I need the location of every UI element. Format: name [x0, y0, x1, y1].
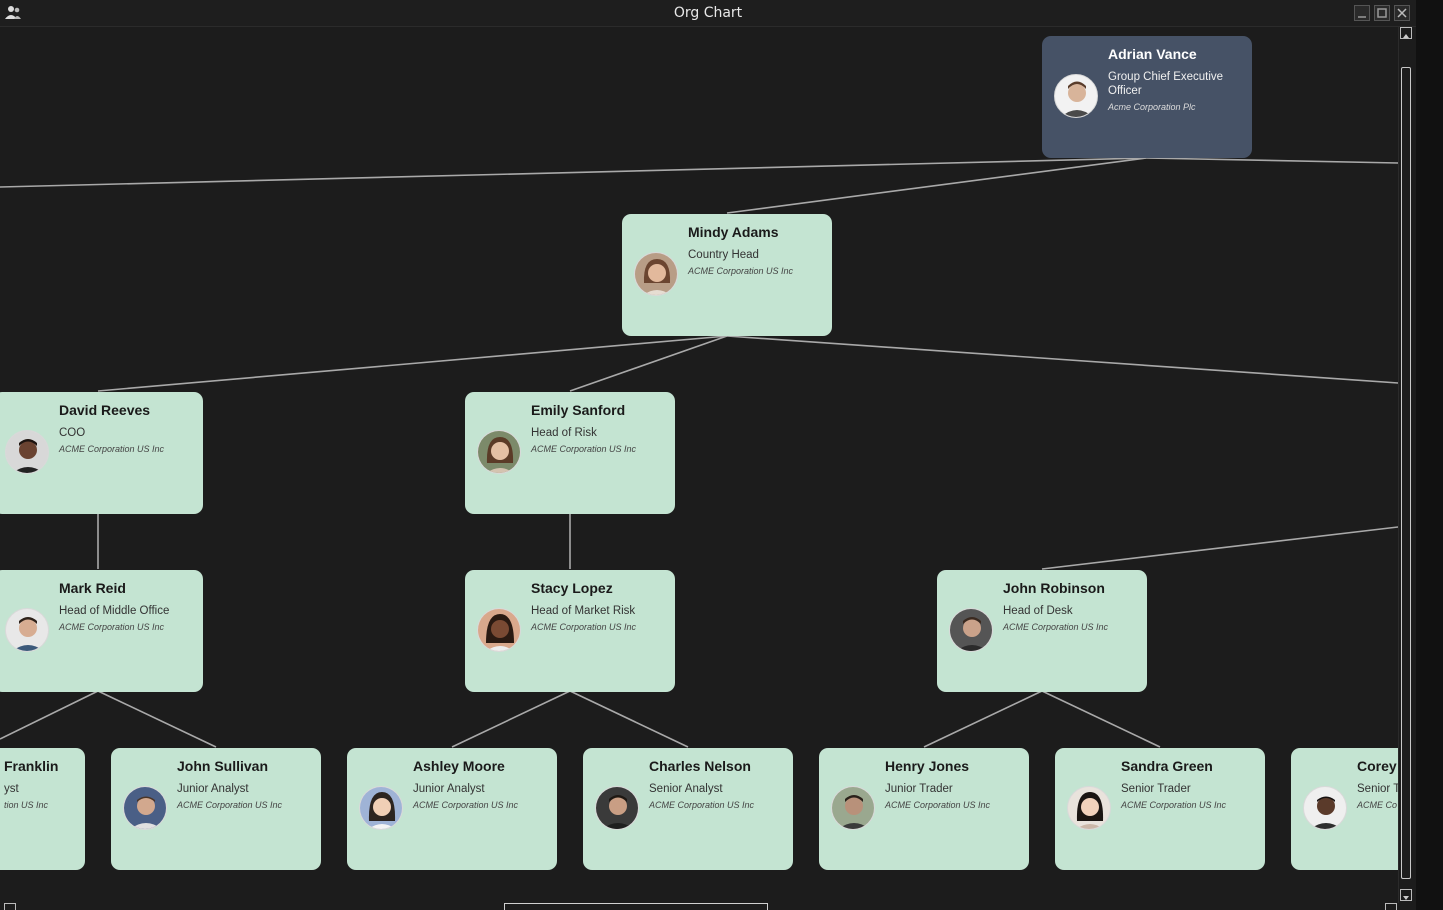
- avatar: [123, 786, 167, 830]
- person-role: Junior Analyst: [413, 783, 485, 795]
- person-company: ACME Corporation US Inc: [177, 800, 283, 810]
- avatar: [949, 608, 993, 652]
- org-node-mark-reid[interactable]: Mark Reid Head of Middle Office ACME Cor…: [0, 570, 203, 692]
- arrow-left-icon[interactable]: [4, 903, 16, 910]
- window-title: Org Chart: [673, 5, 743, 21]
- person-company: ACME Corporation US Inc: [531, 444, 637, 454]
- avatar: [5, 430, 49, 474]
- horizontal-scrollbar[interactable]: [0, 903, 1398, 910]
- avatar: [634, 252, 678, 296]
- org-node-corey[interactable]: Corey Senior T ACME Co: [1291, 748, 1398, 870]
- org-node-charles-nelson[interactable]: Charles Nelson Senior Analyst ACME Corpo…: [583, 748, 793, 870]
- person-company: ACME Corporation US Inc: [885, 800, 991, 810]
- person-company: ACME Corporation US Inc: [531, 622, 637, 632]
- horizontal-scroll-thumb[interactable]: [504, 903, 768, 910]
- person-company: ACME Corporation US Inc: [1121, 800, 1227, 810]
- org-node-franklin[interactable]: Franklin yst tion US Inc: [0, 748, 85, 870]
- person-name: Stacy Lopez: [531, 580, 613, 596]
- org-node-john-sullivan[interactable]: John Sullivan Junior Analyst ACME Corpor…: [111, 748, 321, 870]
- minimize-icon[interactable]: [1354, 5, 1370, 21]
- person-company: ACME Corporation US Inc: [1003, 622, 1109, 632]
- arrow-right-icon[interactable]: [1385, 903, 1397, 910]
- org-node-henry-jones[interactable]: Henry Jones Junior Trader ACME Corporati…: [819, 748, 1029, 870]
- person-company: ACME Corporation US Inc: [59, 622, 165, 632]
- org-node-stacy-lopez[interactable]: Stacy Lopez Head of Market Risk ACME Cor…: [465, 570, 675, 692]
- person-name: David Reeves: [59, 402, 151, 418]
- person-role: Country Head: [688, 249, 759, 261]
- person-role: Senior Trader: [1121, 783, 1191, 795]
- person-name: Mindy Adams: [688, 224, 779, 240]
- org-chart-canvas[interactable]: Adrian Vance Group Chief Executive Offic…: [0, 27, 1398, 903]
- org-node-emily-sanford[interactable]: Emily Sanford Head of Risk ACME Corporat…: [465, 392, 675, 514]
- person-role: Senior T: [1357, 783, 1398, 795]
- person-role: Junior Trader: [885, 783, 953, 795]
- arrow-up-icon[interactable]: [1400, 27, 1412, 39]
- person-company: Acme Corporation Plc: [1108, 102, 1196, 112]
- person-role: Junior Analyst: [177, 783, 249, 795]
- avatar: [1054, 74, 1098, 118]
- avatar: [1303, 786, 1347, 830]
- person-role: Head of Desk: [1003, 605, 1073, 617]
- maximize-icon[interactable]: [1374, 5, 1390, 21]
- title-bar: Org Chart: [0, 0, 1416, 27]
- person-name: Corey: [1357, 758, 1397, 774]
- person-name: Franklin: [4, 758, 59, 774]
- org-node-mindy-adams[interactable]: Mindy Adams Country Head ACME Corporatio…: [622, 214, 832, 336]
- person-name: Henry Jones: [885, 758, 970, 774]
- avatar: [477, 430, 521, 474]
- person-name: Ashley Moore: [413, 758, 505, 774]
- person-role: Head of Risk: [531, 427, 597, 439]
- org-node-adrian-vance[interactable]: Adrian Vance Group Chief Executive Offic…: [1042, 36, 1252, 158]
- person-name: Mark Reid: [59, 580, 126, 596]
- person-name: John Robinson: [1003, 580, 1105, 596]
- org-node-ashley-moore[interactable]: Ashley Moore Junior Analyst ACME Corpora…: [347, 748, 557, 870]
- person-company: ACME Corporation US Inc: [413, 800, 519, 810]
- avatar: [5, 608, 49, 652]
- person-name: Emily Sanford: [531, 402, 626, 418]
- avatar: [359, 786, 403, 830]
- person-company: ACME Corporation US Inc: [649, 800, 755, 810]
- vertical-scroll-thumb[interactable]: [1401, 67, 1411, 879]
- person-name: Sandra Green: [1121, 758, 1213, 774]
- avatar: [831, 786, 875, 830]
- avatar: [1067, 786, 1111, 830]
- person-role: Group Chief Executive Officer: [1108, 71, 1224, 97]
- person-company: ACME Co: [1357, 800, 1398, 810]
- org-node-john-robinson[interactable]: John Robinson Head of Desk ACME Corporat…: [937, 570, 1147, 692]
- person-name: John Sullivan: [177, 758, 269, 774]
- close-icon[interactable]: [1394, 5, 1410, 21]
- person-role: COO: [59, 427, 86, 439]
- vertical-scrollbar[interactable]: [1398, 27, 1417, 903]
- person-name: Adrian Vance: [1108, 46, 1197, 62]
- person-company: tion US Inc: [4, 800, 49, 810]
- person-company: ACME Corporation US Inc: [688, 266, 794, 276]
- person-company: ACME Corporation US Inc: [59, 444, 165, 454]
- person-role: Head of Market Risk: [531, 605, 636, 617]
- org-node-sandra-green[interactable]: Sandra Green Senior Trader ACME Corporat…: [1055, 748, 1265, 870]
- org-node-david-reeves[interactable]: David Reeves COO ACME Corporation US Inc: [0, 392, 203, 514]
- avatar: [477, 608, 521, 652]
- window-edge: [1416, 0, 1443, 910]
- person-role: Senior Analyst: [649, 783, 723, 795]
- arrow-down-icon[interactable]: [1400, 889, 1412, 901]
- person-name: Charles Nelson: [649, 758, 751, 774]
- person-role: Head of Middle Office: [59, 605, 170, 617]
- avatar: [595, 786, 639, 830]
